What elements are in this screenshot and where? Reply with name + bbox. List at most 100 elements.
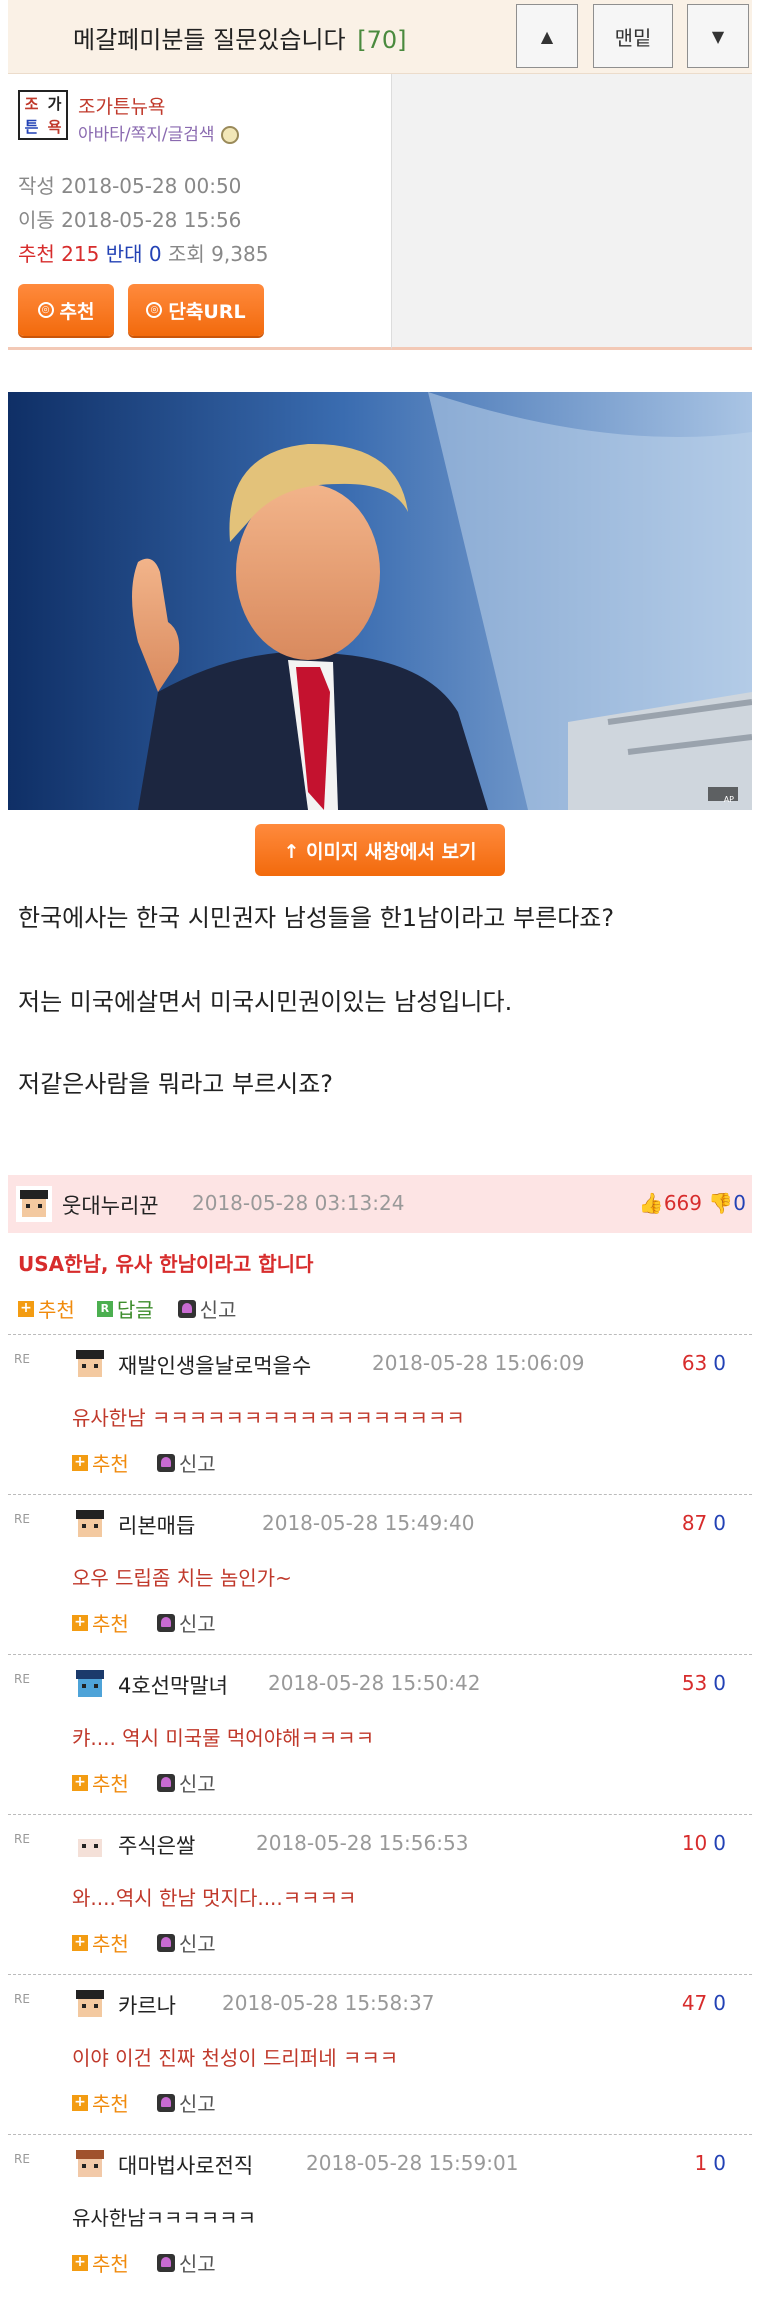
thumbs-up-icon[interactable]: 👍: [639, 1191, 664, 1215]
reply-report-link[interactable]: 신고: [179, 1768, 216, 1797]
short-url-label: 단축URL: [168, 300, 246, 323]
reply-re-marker: RE: [14, 1992, 30, 2006]
comment-count[interactable]: [70]: [357, 26, 406, 54]
reply-author[interactable]: 대마법사로전직: [118, 2150, 253, 2180]
reply-up-count: 10: [681, 1831, 708, 1855]
report-icon: [177, 1299, 196, 1318]
reply-separator: [8, 1814, 752, 1815]
stats-row: 추천 215 반대 0 조회 9,385: [18, 238, 268, 267]
reply-avatar[interactable]: [72, 1346, 108, 1382]
reply-author[interactable]: 카르나: [118, 1990, 176, 2020]
author-avatar[interactable]: 조 가 튼 욕: [18, 90, 68, 140]
written-row: 작성 2018-05-28 00:50: [18, 170, 241, 199]
scroll-up-button[interactable]: ▲: [516, 4, 578, 68]
recommend-icon: ◎: [37, 302, 54, 318]
reply-actions: + 추천 신고: [72, 2248, 216, 2277]
reply-date: 2018-05-28 15:58:37: [222, 1991, 435, 2015]
post-title: 메갈페미분들 질문있습니다 [70]: [73, 20, 407, 55]
reply-author[interactable]: 재발인생을날로먹을수: [118, 1350, 311, 1380]
best-comment-date: 2018-05-28 03:13:24: [192, 1191, 405, 1215]
commenter-avatar[interactable]: [16, 1186, 52, 1222]
recommend-button[interactable]: ◎ 추천: [18, 284, 114, 336]
down-arrow-icon: ▼: [711, 26, 725, 46]
reply-votes: 63 0: [616, 1351, 726, 1375]
reply-actions: + 추천 신고: [72, 1768, 216, 1797]
reply-date: 2018-05-28 15:56:53: [256, 1831, 469, 1855]
author-name[interactable]: 조가튼뉴욕: [78, 92, 165, 119]
recommend-plus-icon: +: [72, 2094, 88, 2111]
reply-date: 2018-05-28 15:59:01: [306, 2151, 519, 2175]
reply-avatar[interactable]: [72, 1986, 108, 2022]
reply-author[interactable]: 4호선막말녀: [118, 1670, 228, 1700]
reply-text: 유사한남 ㅋㅋㅋㅋㅋㅋㅋㅋㅋㅋㅋㅋㅋㅋㅋㅋㅋ: [72, 1406, 465, 1430]
scroll-down-button[interactable]: ▼: [687, 4, 749, 68]
up-arrow-icon: ▲: [540, 26, 554, 46]
best-comment-text: USA한남, 유사 한남이라고 합니다: [18, 1252, 314, 1276]
reply-recommend-link[interactable]: 추천: [92, 2088, 129, 2117]
open-image-new-window-button[interactable]: ↑ 이미지 새창에서 보기: [255, 824, 505, 876]
reply-separator: [8, 1654, 752, 1655]
oppose-count: 0: [148, 242, 162, 266]
post-photo[interactable]: AP: [8, 392, 752, 810]
reply-recommend-link[interactable]: 추천: [92, 1448, 129, 1477]
author-links[interactable]: 아바타/쪽지/글검색: [78, 120, 239, 145]
reply-re-marker: RE: [14, 1832, 30, 1846]
reply-avatar[interactable]: [72, 1666, 108, 1702]
recommend-plus-icon: +: [72, 1614, 88, 1631]
reply-text: 오우 드립좀 치는 놈인가~: [72, 1566, 292, 1590]
reply-recommend-link[interactable]: 추천: [92, 1608, 129, 1637]
reply-up-count: 63: [681, 1351, 708, 1375]
best-recommend-link[interactable]: 추천: [38, 1294, 75, 1323]
reply-avatar[interactable]: [72, 1506, 108, 1542]
info-side-panel: [392, 74, 752, 350]
best-reply-link[interactable]: 답글: [117, 1294, 154, 1323]
level-icon: [220, 126, 239, 144]
reply-text: 이야 이건 진짜 천성이 드리퍼네 ㅋㅋㅋ: [72, 2046, 399, 2070]
post-info-panel: 조 가 튼 욕 조가튼뉴욕 아바타/쪽지/글검색 작성 2018-05-28 0…: [8, 74, 392, 350]
report-icon: [156, 1613, 175, 1632]
reply-avatar[interactable]: [72, 1826, 108, 1862]
reply-votes: 47 0: [616, 1991, 726, 2015]
reply-votes: 53 0: [616, 1671, 726, 1695]
recommend-plus-icon: +: [72, 1774, 88, 1791]
reply-report-link[interactable]: 신고: [179, 1608, 216, 1637]
reply-separator: [8, 1334, 752, 1335]
reply-author[interactable]: 리본매듭: [118, 1510, 195, 1540]
report-icon: [156, 2093, 175, 2112]
best-comment-votes: 👍669 👎0: [616, 1191, 746, 1215]
reply-down-count: 0: [713, 1831, 726, 1855]
reply-report-link[interactable]: 신고: [179, 2248, 216, 2277]
reply-recommend-link[interactable]: 추천: [92, 1768, 129, 1797]
reply-recommend-link[interactable]: 추천: [92, 1928, 129, 1957]
reply-report-link[interactable]: 신고: [179, 2088, 216, 2117]
thumbs-down-icon[interactable]: 👎: [708, 1191, 733, 1215]
scroll-bottom-button[interactable]: 맨밑: [593, 4, 673, 68]
reply-re-marker: RE: [14, 1352, 30, 1366]
author-links-text[interactable]: 아바타/쪽지/글검색: [78, 125, 215, 145]
reply-re-marker: RE: [14, 2152, 30, 2166]
reply-report-link[interactable]: 신고: [179, 1928, 216, 1957]
header-bar: 메갈페미분들 질문있습니다 [70] ▲ 맨밑 ▼: [8, 0, 752, 74]
recommend-plus-icon: +: [18, 1300, 34, 1317]
body-line-1: 한국에사는 한국 시민권자 남성들을 한1남이라고 부른다죠?: [18, 904, 615, 932]
reply-down-count: 0: [713, 1511, 726, 1535]
moved-date: 2018-05-28 15:56: [61, 208, 242, 232]
reply-author[interactable]: 주식은쌀: [118, 1830, 195, 1860]
best-up-count: 669: [663, 1191, 702, 1215]
bottom-label: 맨밑: [614, 25, 652, 50]
reply-recommend-link[interactable]: 추천: [92, 2248, 129, 2277]
reply-report-link[interactable]: 신고: [179, 1448, 216, 1477]
moved-row: 이동 2018-05-28 15:56: [18, 204, 241, 233]
written-date: 2018-05-28 00:50: [61, 174, 242, 198]
avatar-char-2: 가: [47, 95, 62, 113]
best-comment-author[interactable]: 웃대누리꾼: [62, 1190, 159, 1220]
reply-up-count: 87: [681, 1511, 708, 1535]
reply-up-count: 53: [681, 1671, 708, 1695]
short-url-button[interactable]: ◎ 단축URL: [128, 284, 264, 336]
reply-avatar[interactable]: [72, 2146, 108, 2182]
best-report-link[interactable]: 신고: [200, 1294, 237, 1323]
reply-separator: [8, 1974, 752, 1975]
reply-down-count: 0: [713, 1671, 726, 1695]
photo-credit: AP: [723, 795, 734, 804]
reply-text: 와....역시 한남 멋지다....ㅋㅋㅋㅋ: [72, 1886, 357, 1910]
